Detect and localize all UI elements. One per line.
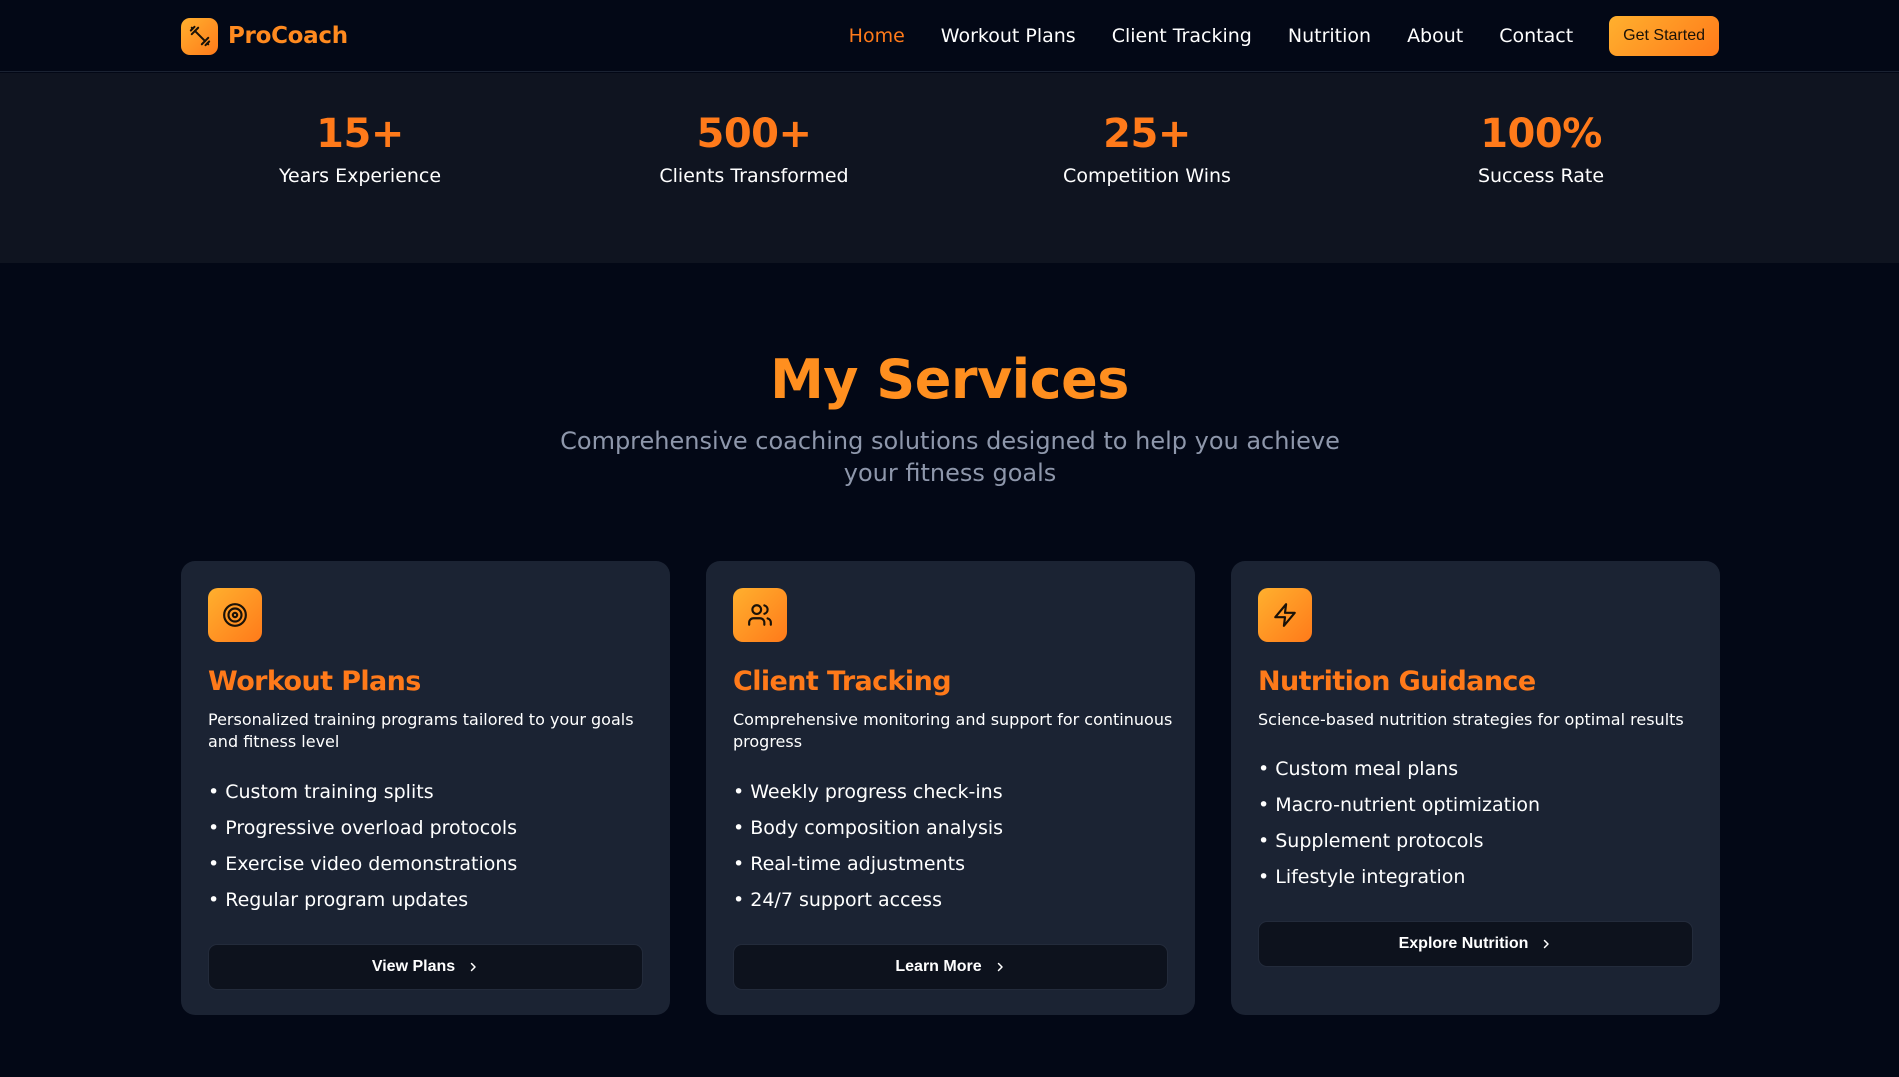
stat-clients-transformed: 500+ Clients Transformed <box>557 109 951 187</box>
card-description: Comprehensive monitoring and support for… <box>733 710 1173 751</box>
learn-more-button[interactable]: Learn More <box>733 944 1168 990</box>
top-nav: ProCoach Home Workout Plans Client Track… <box>0 0 1899 72</box>
nav-links: Home Workout Plans Client Tracking Nutri… <box>813 0 1899 72</box>
dumbbell-icon <box>181 17 218 55</box>
list-item: • Weekly progress check-ins <box>733 781 1003 803</box>
stat-label: Competition Wins <box>1063 165 1231 187</box>
stat-value: 25+ <box>1103 111 1191 157</box>
stat-value: 100% <box>1480 111 1602 157</box>
explore-nutrition-button[interactable]: Explore Nutrition <box>1258 921 1693 967</box>
users-icon <box>733 588 787 642</box>
card-title: Workout Plans <box>208 666 421 697</box>
stat-years-experience: 15+ Years Experience <box>163 109 557 187</box>
stat-success-rate: 100% Success Rate <box>1344 109 1738 187</box>
chevron-right-icon <box>994 961 1006 973</box>
service-card-client-tracking: Client Tracking Comprehensive monitoring… <box>706 561 1195 1015</box>
stat-label: Years Experience <box>278 165 442 187</box>
card-title: Nutrition Guidance <box>1258 666 1536 697</box>
stat-label: Success Rate <box>1477 165 1605 187</box>
list-item: • Body composition analysis <box>733 817 1004 839</box>
feature-list: • Custom training splits • Progressive o… <box>208 774 517 918</box>
service-card-nutrition-guidance: Nutrition Guidance Science-based nutriti… <box>1231 561 1720 1015</box>
view-plans-button[interactable]: View Plans <box>208 944 643 990</box>
list-item: • Real-time adjustments <box>733 853 965 875</box>
feature-list: • Custom meal plans • Macro-nutrient opt… <box>1258 751 1540 895</box>
card-title: Client Tracking <box>733 666 952 697</box>
services-subtitle: Comprehensive coaching solutions designe… <box>560 427 1340 487</box>
list-item: • Macro-nutrient optimization <box>1258 794 1541 816</box>
brand-logo[interactable]: ProCoach <box>181 17 348 55</box>
target-icon <box>208 588 262 642</box>
list-item: • 24/7 support access <box>733 889 942 911</box>
chevron-right-icon <box>1540 938 1552 950</box>
card-description: Science-based nutrition strategies for o… <box>1258 710 1684 729</box>
brand-name: ProCoach <box>228 23 348 49</box>
get-started-button[interactable]: Get Started <box>1609 16 1719 56</box>
feature-list: • Weekly progress check-ins • Body compo… <box>733 774 1003 918</box>
button-label: Learn More <box>895 958 982 975</box>
nav-link-about[interactable]: About <box>1407 25 1463 47</box>
nav-link-nutrition[interactable]: Nutrition <box>1288 25 1371 47</box>
list-item: • Regular program updates <box>208 889 469 911</box>
lightning-icon <box>1258 588 1312 642</box>
service-card-workout-plans: Workout Plans Personalized training prog… <box>181 561 670 1015</box>
stat-value: 15+ <box>316 111 404 157</box>
list-item: • Supplement protocols <box>1258 830 1484 852</box>
chevron-right-icon <box>467 961 479 973</box>
list-item: • Custom meal plans <box>1258 758 1459 780</box>
nav-link-home[interactable]: Home <box>849 25 905 47</box>
nav-link-contact[interactable]: Contact <box>1499 25 1573 47</box>
list-item: • Lifestyle integration <box>1258 866 1466 888</box>
stat-label: Clients Transformed <box>659 165 849 187</box>
stat-value: 500+ <box>696 111 812 157</box>
stats-band: 15+ Years Experience 500+ Clients Transf… <box>0 73 1899 263</box>
button-label: Explore Nutrition <box>1398 935 1529 952</box>
card-description: Personalized training programs tailored … <box>208 710 634 751</box>
nav-link-workout-plans[interactable]: Workout Plans <box>941 25 1076 47</box>
stat-competition-wins: 25+ Competition Wins <box>950 109 1344 187</box>
list-item: • Custom training splits <box>208 781 434 803</box>
list-item: • Progressive overload protocols <box>208 817 518 839</box>
list-item: • Exercise video demonstrations <box>208 853 518 875</box>
button-label: View Plans <box>371 958 456 975</box>
nav-link-client-tracking[interactable]: Client Tracking <box>1112 25 1252 47</box>
services-title: My Services <box>770 348 1129 411</box>
